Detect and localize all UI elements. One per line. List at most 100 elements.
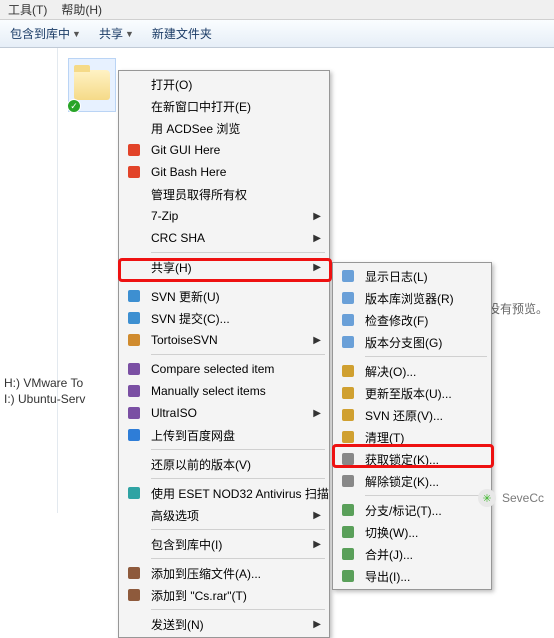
svn-item-9[interactable]: 获取锁定(K)... <box>335 448 489 470</box>
menu-tools[interactable]: 工具(T) <box>8 1 47 18</box>
ctx-separator <box>151 558 325 559</box>
submenu-arrow-icon: ▶ <box>313 510 321 521</box>
context-menu: 打开(O) 在新窗口中打开(E) 用 ACDSee 浏览 Git GUI HereGi… <box>118 70 330 638</box>
ctx-item-4[interactable]: Git Bash Here <box>121 161 327 183</box>
blank-icon <box>126 98 142 114</box>
svn-item-10[interactable]: 解除锁定(K)... <box>335 470 489 492</box>
ctx-separator <box>151 478 325 479</box>
svn-item-12[interactable]: 分支/标记(T)... <box>335 499 489 521</box>
ctx-item-0[interactable]: 打开(O) <box>121 73 327 95</box>
ctx-item-17[interactable]: UltraISO▶ <box>121 402 327 424</box>
svn-item-5[interactable]: 解决(O)... <box>335 360 489 382</box>
ctx-item-30[interactable]: 发送到(N) ▶ <box>121 613 327 635</box>
menu-help[interactable]: 帮助(H) <box>61 1 102 18</box>
window-menubar: 工具(T) 帮助(H) <box>0 0 554 20</box>
ctx-item-18[interactable]: 上传到百度网盘 <box>121 424 327 446</box>
blank-icon <box>126 186 142 202</box>
ctx-separator <box>151 609 325 610</box>
svn-item-label: 切换(W)... <box>365 524 418 541</box>
ctx-separator <box>151 354 325 355</box>
lock-icon <box>340 451 356 467</box>
ctx-item-25[interactable]: 包含到库中(I)▶ <box>121 533 327 555</box>
ctx-separator <box>151 529 325 530</box>
ctx-item-9[interactable]: 共享(H)▶ <box>121 256 327 278</box>
blank-icon <box>126 208 142 224</box>
unlock-icon <box>340 473 356 489</box>
drive-h[interactable]: H:) VMware To <box>4 375 85 391</box>
submenu-arrow-icon: ▶ <box>313 619 321 630</box>
branch-icon <box>340 502 356 518</box>
svn-item-label: 清理(T) <box>365 429 404 446</box>
ctx-item-15[interactable]: Compare selected item <box>121 358 327 380</box>
resolve-icon <box>340 363 356 379</box>
graph-icon <box>340 334 356 350</box>
blank-icon <box>126 456 142 472</box>
ctx-item-6[interactable]: 7-Zip▶ <box>121 205 327 227</box>
ctx-item-label: 发送到(N) <box>151 616 204 633</box>
svn-item-7[interactable]: SVN 还原(V)... <box>335 404 489 426</box>
watermark: ✳ SeveCc <box>478 489 544 507</box>
svn-item-8[interactable]: 清理(T) <box>335 426 489 448</box>
ctx-item-label: 用 ACDSee 浏览 <box>151 120 240 137</box>
blank-icon <box>126 120 142 136</box>
ctx-item-23[interactable]: 高级选项 ▶ <box>121 504 327 526</box>
folder-item-selected[interactable]: ✓ <box>68 58 116 112</box>
svn-item-label: 更新至版本(U)... <box>365 385 452 402</box>
blank-icon <box>126 259 142 275</box>
ctx-item-20[interactable]: 还原以前的版本(V) <box>121 453 327 475</box>
svn-item-6[interactable]: 更新至版本(U)... <box>335 382 489 404</box>
submenu-arrow-icon: ▶ <box>313 408 321 419</box>
ctx-item-22[interactable]: 使用 ESET NOD32 Antivirus 扫描 <box>121 482 327 504</box>
ctx-item-label: 管理员取得所有权 <box>151 186 247 203</box>
tb-new-folder[interactable]: 新建文件夹 <box>152 25 212 42</box>
blank-icon <box>126 76 142 92</box>
svn-item-14[interactable]: 合并(J)... <box>335 543 489 565</box>
ctx-item-28[interactable]: 添加到 "Cs.rar"(T) <box>121 584 327 606</box>
svn-item-label: 版本库浏览器(R) <box>365 290 454 307</box>
ctx-item-1[interactable]: 在新窗口中打开(E) <box>121 95 327 117</box>
tortoisesvn-submenu: 显示日志(L) 版本库浏览器(R) 检查修改(F)版本分支图(G) 解决(O)... 更… <box>332 262 492 590</box>
git-icon <box>126 164 142 180</box>
svn-icon <box>126 288 142 304</box>
merge-icon <box>340 546 356 562</box>
ctx-item-7[interactable]: CRC SHA▶ <box>121 227 327 249</box>
git-icon <box>126 142 142 158</box>
ctx-item-13[interactable]: TortoiseSVN▶ <box>121 329 327 351</box>
ctx-item-11[interactable]: SVN 更新(U) <box>121 285 327 307</box>
svn-item-13[interactable]: 切换(W)... <box>335 521 489 543</box>
folder-icon <box>74 70 110 100</box>
ctx-item-label: SVN 提交(C)... <box>151 310 230 327</box>
blank-icon <box>126 507 142 523</box>
tb-include-in-library[interactable]: 包含到库中 ▼ <box>10 25 81 42</box>
ctx-item-12[interactable]: SVN 提交(C)... <box>121 307 327 329</box>
ctx-item-2[interactable]: 用 ACDSee 浏览 <box>121 117 327 139</box>
ctx-item-5[interactable]: 管理员取得所有权 <box>121 183 327 205</box>
ctx-item-3[interactable]: Git GUI Here <box>121 139 327 161</box>
ult-icon <box>126 405 142 421</box>
ctx-separator <box>151 449 325 450</box>
svn-item-0[interactable]: 显示日志(L) <box>335 265 489 287</box>
svn-item-3[interactable]: 版本分支图(G) <box>335 331 489 353</box>
ult-icon <box>126 383 142 399</box>
svn-item-15[interactable]: 导出(I)... <box>335 565 489 587</box>
svn-item-1[interactable]: 版本库浏览器(R) <box>335 287 489 309</box>
svn-item-2[interactable]: 检查修改(F) <box>335 309 489 331</box>
ctx-item-label: 还原以前的版本(V) <box>151 456 251 473</box>
log-icon <box>340 268 356 284</box>
clean-icon <box>340 429 356 445</box>
ctx-separator <box>151 281 325 282</box>
drive-i[interactable]: I:) Ubuntu-Serv <box>4 391 85 407</box>
tb-share[interactable]: 共享 ▼ <box>99 25 134 42</box>
ctx-item-16[interactable]: Manually select items <box>121 380 327 402</box>
ctx-item-label: 高级选项 <box>151 507 199 524</box>
rar-icon <box>126 587 142 603</box>
svn-separator <box>365 495 487 496</box>
svn-item-label: 解决(O)... <box>365 363 416 380</box>
ctx-item-label: 在新窗口中打开(E) <box>151 98 251 115</box>
submenu-arrow-icon: ▶ <box>313 335 321 346</box>
ctx-item-label: 添加到 "Cs.rar"(T) <box>151 587 247 604</box>
switch-icon <box>340 524 356 540</box>
ctx-item-27[interactable]: 添加到压缩文件(A)... <box>121 562 327 584</box>
check-icon <box>340 312 356 328</box>
ctx-item-label: SVN 更新(U) <box>151 288 220 305</box>
